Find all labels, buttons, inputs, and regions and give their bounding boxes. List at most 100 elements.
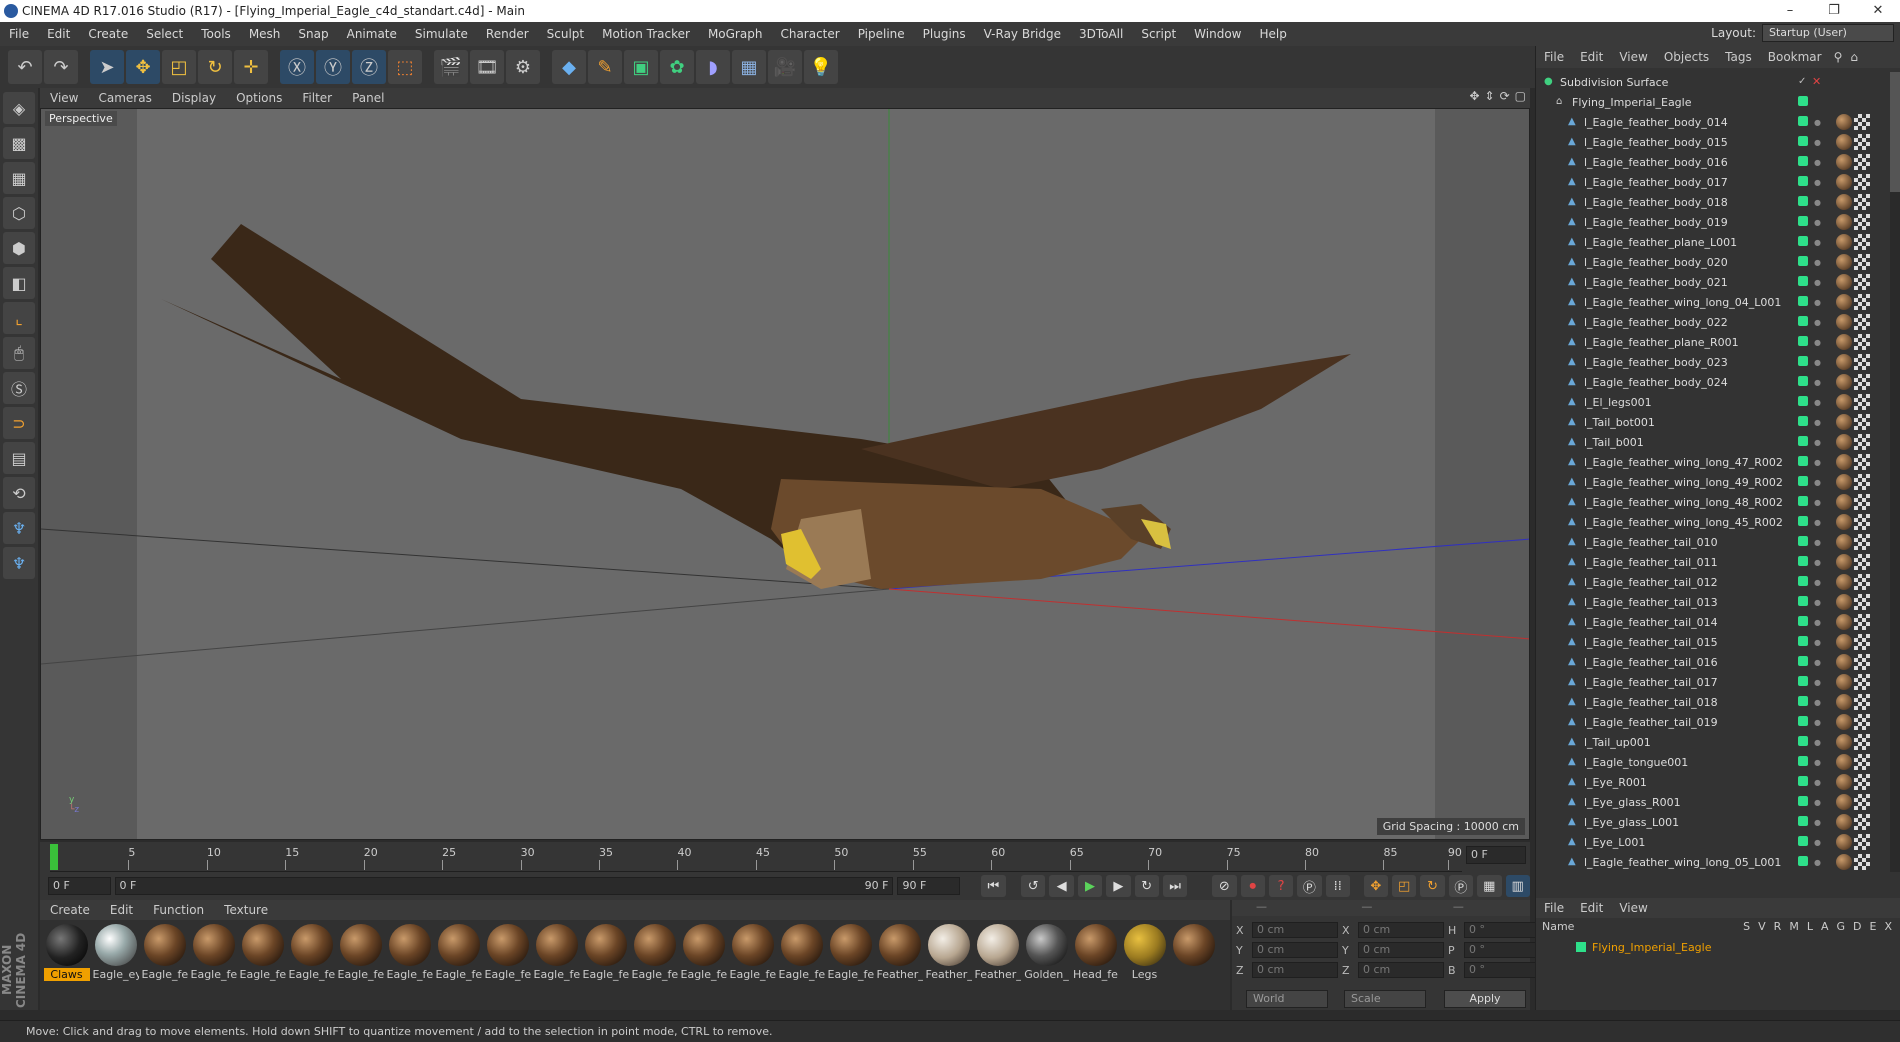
viewport-menu-panel[interactable]: Panel [342, 91, 394, 105]
points-mode-icon[interactable]: ⬡ [3, 197, 35, 229]
texture-tag-icon[interactable] [1854, 374, 1870, 390]
object-row[interactable]: ▲ l_Eagle_feather_tail_014 ● [1536, 612, 1891, 632]
material-swatch[interactable]: Eagle_fe [826, 924, 875, 986]
size-y-field[interactable]: 0 cm [1358, 942, 1444, 958]
move-icon[interactable]: ✥ [126, 50, 160, 84]
material-tag-icon[interactable] [1836, 494, 1852, 510]
material-tag-icon[interactable] [1836, 434, 1852, 450]
record-keys-icon[interactable]: ⊘ [1212, 875, 1237, 897]
object-row[interactable]: ▲ l_Eye_R001 ● [1536, 772, 1891, 792]
texture-tag-icon[interactable] [1854, 454, 1870, 470]
material-tag-icon[interactable] [1836, 314, 1852, 330]
solo-icon[interactable]: Ⓢ [3, 372, 35, 404]
previous-frame-icon[interactable]: ◀ [1049, 875, 1074, 897]
object-row[interactable]: ▲ l_Eagle_feather_body_022 ● [1536, 312, 1891, 332]
object-row[interactable]: ▲ l_Eagle_feather_wing_long_45_R002 ● [1536, 512, 1891, 532]
texture-tag-icon[interactable] [1854, 834, 1870, 850]
render-dot[interactable]: ● [1814, 758, 1821, 767]
maximize-view-icon[interactable]: ▢ [1515, 89, 1526, 103]
material-tag-icon[interactable] [1836, 574, 1852, 590]
size-mode-dropdown[interactable]: Scale [1344, 990, 1426, 1008]
material-tag-icon[interactable] [1836, 854, 1852, 870]
object-row[interactable]: ▲ l_Eagle_feather_body_014 ● [1536, 112, 1891, 132]
material-tag-icon[interactable] [1836, 454, 1852, 470]
material-swatch[interactable]: Eagle_fe [385, 924, 434, 986]
material-swatch[interactable]: Eagle_fe [777, 924, 826, 986]
object-row[interactable]: ▲ l_Tail_b001 ● [1536, 432, 1891, 452]
material-tag-icon[interactable] [1836, 194, 1852, 210]
next-frame-icon[interactable]: ▶ [1106, 875, 1131, 897]
object-row[interactable]: ▲ l_Eagle_feather_body_020 ● [1536, 252, 1891, 272]
object-menu-tags[interactable]: Tags [1717, 50, 1760, 64]
menu-snap[interactable]: Snap [289, 27, 337, 41]
camera-icon[interactable]: 🎥 [768, 50, 802, 84]
object-row[interactable]: ▲ l_Eagle_feather_body_024 ● [1536, 372, 1891, 392]
object-row[interactable]: ▲ l_Eagle_feather_body_023 ● [1536, 352, 1891, 372]
object-row[interactable]: ▲ l_Eagle_feather_body_021 ● [1536, 272, 1891, 292]
texture-tag-icon[interactable] [1854, 814, 1870, 830]
render-dot[interactable]: ● [1814, 558, 1821, 567]
render-dot[interactable]: ● [1814, 438, 1821, 447]
key-move-icon[interactable]: ✥ [1363, 875, 1388, 897]
scale-icon[interactable]: ◰ [162, 50, 196, 84]
texture-tag-icon[interactable] [1854, 654, 1870, 670]
coord-icon[interactable]: ⬚ [388, 50, 422, 84]
menu-select[interactable]: Select [137, 27, 192, 41]
menu-character[interactable]: Character [771, 27, 848, 41]
texture-tag-icon[interactable] [1854, 614, 1870, 630]
menu-mograph[interactable]: MoGraph [699, 27, 772, 41]
render-dot[interactable]: ● [1814, 298, 1821, 307]
object-row[interactable]: ▲ l_Eagle_feather_tail_011 ● [1536, 552, 1891, 572]
visibility-dot[interactable] [1798, 796, 1808, 806]
texture-tag-icon[interactable] [1854, 754, 1870, 770]
visibility-dot[interactable] [1798, 436, 1808, 446]
visibility-dot[interactable] [1798, 656, 1808, 666]
material-menu-function[interactable]: Function [143, 903, 214, 917]
layer-menu-edit[interactable]: Edit [1572, 901, 1611, 915]
material-tag-icon[interactable] [1836, 534, 1852, 550]
render-dot[interactable]: ● [1814, 418, 1821, 427]
menu-animate[interactable]: Animate [338, 27, 406, 41]
texture-tag-icon[interactable] [1854, 434, 1870, 450]
material-tag-icon[interactable] [1836, 814, 1852, 830]
texture-tag-icon[interactable] [1854, 794, 1870, 810]
position-x-field[interactable]: 0 cm [1252, 922, 1338, 938]
go-to-end-icon[interactable]: ⏭ [1162, 875, 1188, 897]
render-dot[interactable]: ● [1814, 398, 1821, 407]
object-row[interactable]: ▲ l_Eagle_feather_tail_010 ● [1536, 532, 1891, 552]
position-y-field[interactable]: 0 cm [1252, 942, 1338, 958]
layer-menu-file[interactable]: File [1536, 901, 1572, 915]
object-menu-file[interactable]: File [1536, 50, 1572, 64]
menu-mesh[interactable]: Mesh [240, 27, 290, 41]
texture-tag-icon[interactable] [1854, 534, 1870, 550]
rotate-icon[interactable]: ↻ [198, 50, 232, 84]
previous-key-icon[interactable]: ↺ [1021, 875, 1046, 897]
visibility-dot[interactable] [1798, 196, 1808, 206]
3d-viewport[interactable]: Perspective Grid Spacing : 10000 cm y └z [40, 108, 1530, 840]
pen-icon[interactable]: ✎ [588, 50, 622, 84]
redo-icon[interactable]: ↷ [44, 50, 78, 84]
playhead[interactable] [50, 844, 58, 870]
scrollbar-thumb[interactable] [1890, 72, 1900, 192]
render-settings-icon[interactable]: ⚙ [506, 50, 540, 84]
visibility-dot[interactable] [1798, 296, 1808, 306]
menu-vray-bridge[interactable]: V-Ray Bridge [975, 27, 1070, 41]
restore-button[interactable]: ❐ [1812, 0, 1856, 22]
texture-tag-icon[interactable] [1854, 414, 1870, 430]
material-tag-icon[interactable] [1836, 174, 1852, 190]
object-row[interactable]: ▲ l_Eagle_feather_body_018 ● [1536, 192, 1891, 212]
material-menu-edit[interactable]: Edit [100, 903, 143, 917]
material-swatch[interactable]: Eagle_fe [728, 924, 777, 986]
viewport-menu-display[interactable]: Display [162, 91, 226, 105]
coordinate-system-dropdown[interactable]: World [1246, 990, 1328, 1008]
render-dot[interactable]: ● [1814, 218, 1821, 227]
material-tag-icon[interactable] [1836, 474, 1852, 490]
object-row[interactable]: ▲ l_Eye_L001 ● [1536, 832, 1891, 852]
visibility-dot[interactable] [1798, 136, 1808, 146]
key-pla-icon[interactable]: ▦ [1477, 875, 1502, 897]
texture-tag-icon[interactable] [1854, 854, 1870, 870]
render-dot[interactable]: ● [1814, 338, 1821, 347]
y-axis-icon[interactable]: Ⓨ [316, 50, 350, 84]
python-icon[interactable]: ♆ [3, 512, 35, 544]
object-row[interactable]: ▲ l_Eagle_feather_tail_013 ● [1536, 592, 1891, 612]
